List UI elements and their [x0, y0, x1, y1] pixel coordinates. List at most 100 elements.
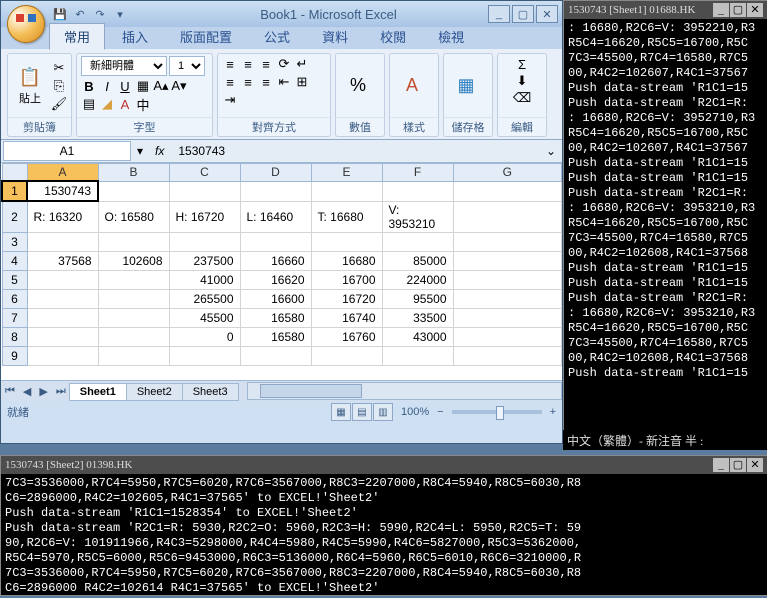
maximize-button[interactable]: ▢: [730, 458, 746, 472]
tab-view[interactable]: 檢視: [423, 23, 479, 50]
qat-save-icon[interactable]: 💾: [51, 5, 69, 23]
row-header[interactable]: 8: [2, 327, 27, 346]
fill-color-button[interactable]: ◢: [99, 96, 115, 112]
autosum-icon[interactable]: Σ: [514, 56, 530, 72]
cell[interactable]: 102608: [98, 251, 169, 270]
align-left-icon[interactable]: ≡: [222, 74, 238, 90]
underline-button[interactable]: U: [117, 78, 133, 94]
row-header[interactable]: 6: [2, 289, 27, 308]
sheet-nav-prev-icon[interactable]: ◀: [19, 385, 35, 398]
fill-icon[interactable]: ⬇: [514, 73, 530, 89]
align-top-icon[interactable]: ≡: [222, 56, 238, 72]
zoom-level[interactable]: 100%: [401, 406, 429, 418]
namebox-dropdown-icon[interactable]: ▾: [133, 144, 147, 158]
cell[interactable]: [311, 232, 382, 251]
ime-status-bar[interactable]: 中文（繁體）- 新注音 半 :: [563, 430, 767, 450]
cell[interactable]: H: 16720: [169, 201, 240, 232]
font-size-select[interactable]: 12: [169, 56, 205, 76]
cell[interactable]: [240, 181, 311, 201]
align-bottom-icon[interactable]: ≡: [258, 56, 274, 72]
cell[interactable]: [453, 308, 562, 327]
cell[interactable]: [453, 181, 562, 201]
row-header[interactable]: 1: [2, 181, 27, 201]
console1-output[interactable]: : 16680,R2C6=V: 3952210,R3 R5C4=16620,R5…: [564, 19, 767, 383]
cell[interactable]: [382, 232, 453, 251]
copy-icon[interactable]: ⎘: [51, 78, 67, 94]
indent-dec-icon[interactable]: ⇤: [276, 74, 292, 90]
col-header[interactable]: D: [240, 164, 311, 182]
align-middle-icon[interactable]: ≡: [240, 56, 256, 72]
cell[interactable]: 1530743: [27, 181, 98, 201]
cell[interactable]: 0: [169, 327, 240, 346]
cell[interactable]: [240, 232, 311, 251]
office-button[interactable]: [7, 5, 45, 43]
col-header[interactable]: B: [98, 164, 169, 182]
grow-font-button[interactable]: A▴: [153, 78, 169, 94]
sheet-tab[interactable]: Sheet3: [182, 383, 239, 401]
close-button[interactable]: ✕: [747, 458, 763, 472]
format-painter-icon[interactable]: 🖌: [51, 96, 67, 112]
sheet-nav-first-icon[interactable]: ⏮: [1, 385, 19, 398]
wrap-text-icon[interactable]: ↵: [294, 56, 310, 72]
cell[interactable]: [453, 201, 562, 232]
row-header[interactable]: 3: [2, 232, 27, 251]
row-header[interactable]: 2: [2, 201, 27, 232]
cell[interactable]: [453, 346, 562, 365]
font-name-select[interactable]: 新細明體: [81, 56, 167, 76]
qat-dropdown-icon[interactable]: ▾: [111, 5, 129, 23]
formula-expand-icon[interactable]: ⌄: [540, 144, 562, 158]
restore-button[interactable]: ▢: [512, 5, 534, 23]
minimize-button[interactable]: _: [713, 3, 729, 17]
cell[interactable]: 16600: [240, 289, 311, 308]
cell[interactable]: 85000: [382, 251, 453, 270]
cell[interactable]: [453, 251, 562, 270]
cell[interactable]: 16680: [311, 251, 382, 270]
minimize-button[interactable]: _: [488, 5, 510, 23]
cell[interactable]: 45500: [169, 308, 240, 327]
col-header[interactable]: G: [453, 164, 562, 182]
row-header[interactable]: 4: [2, 251, 27, 270]
row-header[interactable]: 5: [2, 270, 27, 289]
tab-review[interactable]: 校閱: [365, 23, 421, 50]
font-color-button[interactable]: A: [117, 96, 133, 112]
col-header[interactable]: E: [311, 164, 382, 182]
qat-undo-icon[interactable]: ↶: [71, 5, 89, 23]
cell[interactable]: [98, 232, 169, 251]
col-header[interactable]: F: [382, 164, 453, 182]
cell[interactable]: [27, 346, 98, 365]
select-all-button[interactable]: [2, 164, 27, 182]
bold-button[interactable]: B: [81, 78, 97, 94]
cell[interactable]: V: 3953210: [382, 201, 453, 232]
merge-icon[interactable]: ⊞: [294, 74, 310, 90]
cell[interactable]: [240, 346, 311, 365]
tab-home[interactable]: 常用: [49, 23, 105, 50]
italic-button[interactable]: I: [99, 78, 115, 94]
cell[interactable]: 16720: [311, 289, 382, 308]
cell[interactable]: 16740: [311, 308, 382, 327]
normal-view-button[interactable]: ▦: [331, 403, 351, 421]
cells-button[interactable]: ▦: [448, 72, 484, 100]
cell[interactable]: [169, 346, 240, 365]
cell[interactable]: 265500: [169, 289, 240, 308]
cell[interactable]: 16580: [240, 308, 311, 327]
cell[interactable]: O: 16580: [98, 201, 169, 232]
indent-inc-icon[interactable]: ⇥: [222, 92, 238, 108]
cell[interactable]: 237500: [169, 251, 240, 270]
cell[interactable]: [27, 327, 98, 346]
cell[interactable]: [311, 346, 382, 365]
align-center-icon[interactable]: ≡: [240, 74, 256, 90]
fx-icon[interactable]: fx: [147, 144, 172, 158]
tab-pagelayout[interactable]: 版面配置: [165, 23, 247, 50]
cell[interactable]: 16660: [240, 251, 311, 270]
cell[interactable]: [382, 346, 453, 365]
cell[interactable]: [382, 181, 453, 201]
cell[interactable]: [169, 181, 240, 201]
maximize-button[interactable]: ▢: [730, 3, 746, 17]
shrink-font-button[interactable]: A▾: [171, 78, 187, 94]
sheet-tab[interactable]: Sheet2: [126, 383, 183, 401]
cell[interactable]: [27, 270, 98, 289]
cell[interactable]: [453, 232, 562, 251]
cell[interactable]: [98, 327, 169, 346]
sheet-nav-last-icon[interactable]: ⏭: [52, 385, 70, 398]
styles-button[interactable]: A: [394, 72, 430, 100]
